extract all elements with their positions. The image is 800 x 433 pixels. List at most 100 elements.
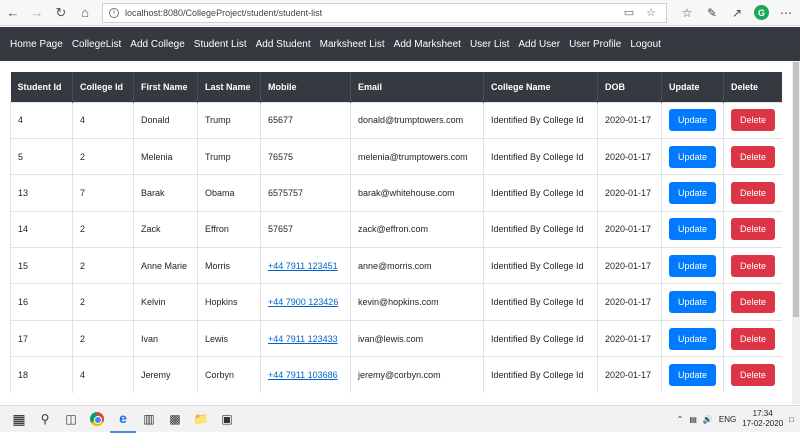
update-button[interactable]: Update bbox=[669, 109, 717, 132]
chrome-icon bbox=[90, 412, 104, 426]
cell-college-name: Identified By College Id bbox=[483, 174, 598, 212]
app-taskbar-icon[interactable]: ▩ bbox=[162, 406, 188, 433]
cell-dob: 2020-01-17 bbox=[597, 101, 662, 139]
delete-button[interactable]: Delete bbox=[731, 109, 776, 132]
info-icon[interactable]: i bbox=[109, 7, 119, 18]
cell-college-name: Identified By College Id bbox=[483, 101, 598, 139]
cell-email: jeremy@corbyn.com bbox=[350, 356, 484, 394]
file-explorer-icon[interactable]: 📁 bbox=[188, 406, 214, 433]
cell-last-name: Corbyn bbox=[197, 356, 261, 394]
cell-student-id: 15 bbox=[10, 247, 73, 284]
cell-student-id: 13 bbox=[10, 174, 73, 212]
nav-add-user[interactable]: Add User bbox=[518, 39, 560, 50]
nav-logout[interactable]: Logout bbox=[630, 39, 661, 50]
cell-update: Update bbox=[661, 319, 724, 357]
mobile-link[interactable]: +44 7900 123426 bbox=[268, 297, 338, 307]
favorite-star-icon[interactable]: ☆ bbox=[644, 6, 658, 20]
table-row: 13 7 Barak Obama 6575757 barak@whitehouse.com… bbox=[10, 174, 782, 212]
search-icon[interactable]: ⚲ bbox=[32, 406, 58, 433]
mobile-link[interactable]: +44 7911 103686 bbox=[268, 370, 338, 380]
update-button[interactable]: Update bbox=[669, 181, 717, 204]
store-taskbar-icon[interactable]: ▥ bbox=[136, 406, 162, 433]
cell-mobile: +44 7911 123451 bbox=[260, 247, 351, 284]
delete-button[interactable]: Delete bbox=[731, 364, 776, 387]
nav-home-page[interactable]: Home Page bbox=[10, 39, 63, 50]
volume-icon[interactable]: 🔊 bbox=[703, 415, 713, 424]
delete-button[interactable]: Delete bbox=[731, 291, 776, 314]
task-view-icon[interactable]: ◫ bbox=[58, 406, 84, 433]
table-row: 14 2 Zack Effron 57657 zack@effron.com Identif… bbox=[10, 210, 782, 248]
col-college-id: College Id bbox=[72, 72, 134, 102]
nav-student-list[interactable]: Student List bbox=[194, 39, 247, 50]
mobile-link[interactable]: +44 7911 123451 bbox=[268, 261, 338, 271]
nav-marksheet-list[interactable]: Marksheet List bbox=[320, 39, 385, 50]
back-arrow-icon[interactable]: ← bbox=[2, 2, 24, 24]
tray-up-arrow-icon[interactable]: ⌃ bbox=[677, 415, 684, 424]
cell-delete: Delete bbox=[723, 174, 782, 212]
nav-college-list[interactable]: CollegeList bbox=[72, 39, 121, 50]
cell-dob: 2020-01-17 bbox=[597, 356, 662, 394]
reading-view-icon[interactable]: ▭ bbox=[622, 6, 636, 20]
cell-first-name: Jeremy bbox=[133, 356, 198, 394]
col-update: Update bbox=[661, 72, 724, 102]
update-button[interactable]: Update bbox=[669, 254, 717, 277]
table-body: 4 4 Donald Trump 65677 donald@trumptowers.com… bbox=[10, 101, 782, 394]
cell-first-name: Ivan bbox=[133, 319, 198, 357]
cell-email: ivan@lewis.com bbox=[350, 319, 484, 357]
share-icon[interactable]: ↗ bbox=[729, 5, 745, 21]
update-button[interactable]: Update bbox=[669, 218, 717, 241]
clock[interactable]: 17:34 17-02-2020 bbox=[742, 409, 783, 429]
system-tray: ⌃ ▤ 🔊 ENG 17:34 17-02-2020 □ bbox=[677, 409, 794, 429]
cell-college-name: Identified By College Id bbox=[483, 356, 598, 394]
nav-user-list[interactable]: User List bbox=[470, 39, 509, 50]
edge-taskbar-icon[interactable]: e bbox=[110, 406, 136, 433]
scrollbar-thumb[interactable] bbox=[793, 62, 799, 317]
delete-button[interactable]: Delete bbox=[731, 218, 776, 241]
mobile-link[interactable]: +44 7911 123433 bbox=[268, 334, 338, 344]
grammar-extension-icon[interactable]: G bbox=[754, 5, 769, 20]
cell-email: barak@whitehouse.com bbox=[350, 174, 484, 212]
chrome-taskbar-icon[interactable] bbox=[84, 406, 110, 433]
cell-delete: Delete bbox=[723, 210, 782, 248]
more-menu-icon[interactable]: ⋯ bbox=[778, 5, 794, 21]
favorites-list-icon[interactable]: ☆ bbox=[679, 5, 695, 21]
terminal-taskbar-icon[interactable]: ▣ bbox=[214, 406, 240, 433]
nav-add-marksheet[interactable]: Add Marksheet bbox=[394, 39, 461, 50]
cell-college-id: 2 bbox=[72, 137, 134, 175]
cell-dob: 2020-01-17 bbox=[597, 283, 662, 321]
cell-last-name: Morris bbox=[197, 247, 261, 284]
delete-button[interactable]: Delete bbox=[731, 327, 776, 350]
forward-arrow-icon[interactable]: → bbox=[26, 2, 48, 24]
pen-icon[interactable]: ✎ bbox=[704, 5, 720, 21]
update-button[interactable]: Update bbox=[669, 145, 717, 168]
update-button[interactable]: Update bbox=[669, 291, 717, 314]
student-table: Student Id College Id First Name Last Na… bbox=[10, 72, 782, 394]
cell-mobile: 57657 bbox=[260, 210, 351, 248]
delete-button[interactable]: Delete bbox=[731, 181, 776, 204]
language-indicator[interactable]: ENG bbox=[719, 415, 736, 424]
network-icon[interactable]: ▤ bbox=[689, 415, 697, 424]
delete-button[interactable]: Delete bbox=[731, 145, 776, 168]
cell-first-name: Anne Marie bbox=[133, 247, 198, 284]
update-button[interactable]: Update bbox=[669, 364, 717, 387]
nav-add-college[interactable]: Add College bbox=[130, 39, 184, 50]
cell-student-id: 14 bbox=[10, 210, 73, 248]
cell-last-name: Lewis bbox=[197, 319, 261, 357]
notification-icon[interactable]: □ bbox=[789, 415, 794, 424]
clock-date: 17-02-2020 bbox=[742, 419, 784, 428]
home-icon[interactable]: ⌂ bbox=[74, 2, 96, 24]
address-bar[interactable]: i localhost:8080/CollegeProject/student/… bbox=[102, 2, 667, 23]
refresh-icon[interactable]: ↻ bbox=[50, 2, 72, 24]
col-email: Email bbox=[350, 72, 484, 102]
nav-user-profile[interactable]: User Profile bbox=[569, 39, 621, 50]
cell-college-id: 4 bbox=[72, 101, 134, 139]
windows-start-icon[interactable]: ▦ bbox=[6, 406, 32, 433]
student-table-container: Student Id College Id First Name Last Na… bbox=[10, 72, 782, 404]
cell-email: melenia@trumptowers.com bbox=[350, 137, 484, 175]
delete-button[interactable]: Delete bbox=[731, 254, 776, 277]
update-button[interactable]: Update bbox=[669, 327, 717, 350]
cell-student-id: 16 bbox=[10, 283, 73, 321]
cell-student-id: 5 bbox=[10, 137, 73, 175]
nav-add-student[interactable]: Add Student bbox=[256, 39, 311, 50]
cell-delete: Delete bbox=[723, 283, 782, 321]
